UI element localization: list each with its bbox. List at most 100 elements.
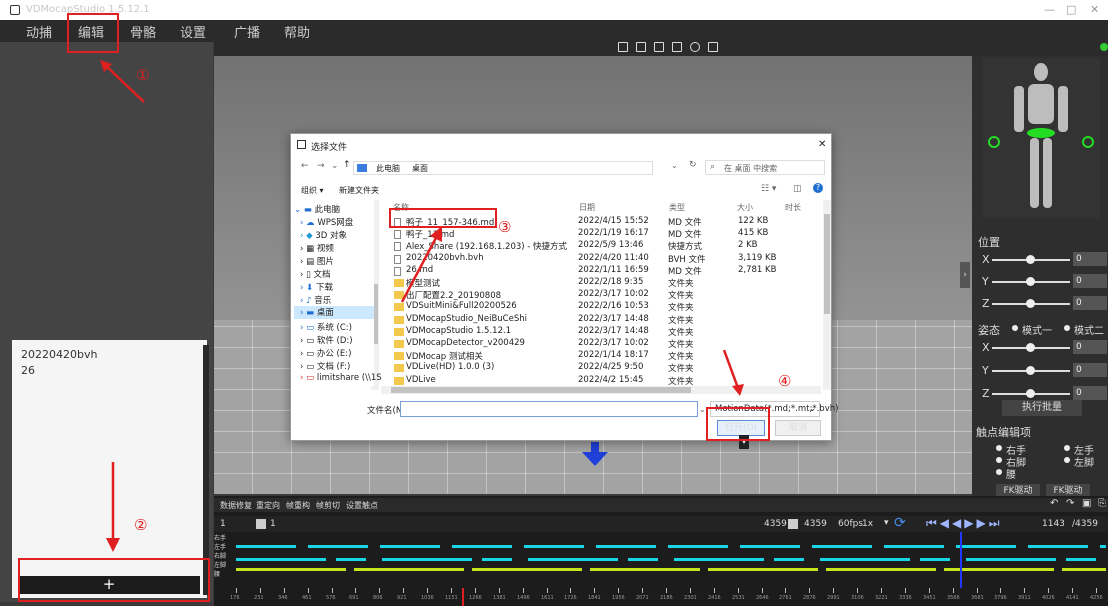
undo-icon[interactable]: ↶	[1050, 498, 1058, 509]
repair-data-button[interactable]: 数据修复	[220, 500, 252, 511]
list-item[interactable]: 20220420bvh	[21, 348, 97, 361]
preview-pane-icon[interactable]: ◫	[793, 184, 802, 194]
nav-recent-icon[interactable]: ⌄	[331, 161, 339, 171]
col-size[interactable]: 大小	[737, 202, 753, 213]
col-date[interactable]: 日期	[579, 202, 595, 213]
pose-y-value[interactable]: 0	[1073, 363, 1107, 377]
skeleton-figure[interactable]	[982, 58, 1100, 218]
frame-cut-button[interactable]: 帧剪切	[316, 500, 340, 511]
contact-right-hand-radio[interactable]	[996, 445, 1002, 451]
filename-input[interactable]	[400, 401, 698, 417]
cancel-button[interactable]: 取消	[775, 420, 821, 436]
address-dropdown-icon[interactable]: ⌄	[671, 161, 678, 170]
camera-icon[interactable]	[654, 42, 664, 52]
mode1-radio[interactable]	[1012, 325, 1018, 331]
pos-z-knob[interactable]	[1026, 299, 1035, 308]
save-icon[interactable]: ▣	[1082, 498, 1091, 509]
contact-track-cyan[interactable]	[236, 545, 1106, 548]
contact-track-yellow[interactable]	[236, 568, 1106, 571]
ruler-label: 2301	[684, 595, 697, 601]
mode2-radio[interactable]	[1064, 325, 1070, 331]
maximize-button[interactable]: □	[1066, 3, 1076, 16]
range-end-handle[interactable]	[788, 519, 798, 529]
ruler-label: 4256	[1090, 595, 1103, 601]
horizontal-scroll-thumb[interactable]	[391, 387, 691, 393]
loop-icon[interactable]: ⟳	[894, 515, 906, 531]
frame-start-value[interactable]: 1	[220, 519, 226, 529]
view-fit-icon[interactable]	[618, 42, 628, 52]
nav-back-icon[interactable]: ←	[301, 161, 309, 171]
col-type[interactable]: 类型	[669, 202, 685, 213]
pose-z-value[interactable]: 0	[1073, 386, 1107, 400]
list-item[interactable]: 26	[21, 364, 35, 377]
nav-pane[interactable]: ⌄ ▬ 此电脑 › ☁ WPS网盘 › ◆ 3D 对象 › ▦ 视频 › ▤ 图…	[292, 200, 382, 386]
help-icon[interactable]: ?	[813, 183, 823, 193]
nav-forward-icon[interactable]: →	[317, 161, 325, 171]
minimize-button[interactable]: —	[1044, 3, 1055, 16]
menu-help[interactable]: 帮助	[284, 22, 310, 41]
retarget-button[interactable]: 重定向	[256, 500, 280, 511]
speed-select[interactable]: 1x	[862, 519, 873, 529]
contact-waist-radio[interactable]	[996, 469, 1002, 475]
speed-dropdown-icon[interactable]: ▾	[884, 518, 889, 528]
menu-mocap[interactable]: 动捕	[26, 22, 52, 41]
col-duration[interactable]: 时长	[785, 202, 801, 213]
pose-x-value[interactable]: 0	[1073, 340, 1107, 354]
dialog-close-button[interactable]: ✕	[818, 139, 826, 150]
pos-x-knob[interactable]	[1026, 255, 1035, 264]
contact-left-foot-radio[interactable]	[1064, 457, 1070, 463]
playback-controls-icon[interactable]: ⏮◀◀▶▶⏭	[926, 516, 1003, 531]
folder-icon	[394, 316, 404, 324]
file-list[interactable]: 鸭子_11_157-346.md 2022/4/15 15:52 MD 文件 122 …	[392, 216, 822, 387]
contact-track-cyan-2[interactable]	[236, 558, 1106, 561]
target-icon[interactable]	[690, 42, 700, 52]
file-type: MD 文件	[668, 230, 702, 240]
ruler-tick	[642, 588, 643, 593]
character-icon[interactable]	[708, 42, 718, 52]
playhead[interactable]	[960, 532, 962, 588]
ruler-label: 1611	[541, 595, 554, 601]
pose-y-knob[interactable]	[1026, 366, 1035, 375]
pos-y-value[interactable]: 0	[1073, 274, 1107, 288]
menu-bones[interactable]: 骨骼	[130, 22, 156, 41]
nav-up-icon[interactable]: ↑	[343, 160, 351, 170]
pos-y-label: Y	[982, 275, 989, 288]
contact-left-hand-radio[interactable]	[1064, 445, 1070, 451]
file-size: 415 KB	[738, 228, 769, 238]
file-type: BVH 文件	[668, 255, 706, 265]
refresh-icon[interactable]: ↻	[689, 160, 697, 170]
new-folder-button[interactable]: 新建文件夹	[339, 185, 379, 196]
ruler-label: 1496	[517, 595, 530, 601]
menu-settings[interactable]: 设置	[180, 22, 206, 41]
pos-y-knob[interactable]	[1026, 277, 1035, 286]
redo-icon[interactable]: ↷	[1066, 498, 1074, 509]
collapse-right-panel-button[interactable]: ›	[960, 262, 970, 288]
address-bar[interactable]: 此电脑 桌面	[353, 161, 653, 175]
batch-execute-button[interactable]: 执行批量	[1002, 400, 1082, 416]
set-contact-button[interactable]: 设置触点	[346, 500, 378, 511]
close-button[interactable]: ✕	[1090, 3, 1099, 16]
contact-right-foot-radio[interactable]	[996, 457, 1002, 463]
menu-broadcast[interactable]: 广播	[234, 22, 260, 41]
frame-rebuild-button[interactable]: 帧重构	[286, 500, 310, 511]
pose-z-knob[interactable]	[1026, 389, 1035, 398]
filename-dropdown-icon[interactable]: ⌄	[699, 405, 706, 414]
fps-select[interactable]: 60fps	[838, 519, 863, 529]
focus-icon[interactable]	[672, 42, 682, 52]
frame-ruler[interactable]: 176 231 346 461 576 691 806 921 1036 1151 1266 1381…	[230, 588, 1106, 604]
view-mode-icon[interactable]: ☷ ▾	[761, 184, 776, 194]
search-box[interactable]: ⌕ 在 桌面 中搜索	[705, 160, 825, 175]
frame-end-value[interactable]: 4359	[804, 519, 827, 529]
current-frame-value[interactable]: 1143	[1042, 519, 1065, 529]
pos-x-value[interactable]: 0	[1073, 252, 1107, 266]
view-grid-icon[interactable]	[636, 42, 646, 52]
export-icon[interactable]: ⎘	[1098, 498, 1106, 509]
breadcrumb-pc[interactable]: 此电脑	[376, 163, 400, 174]
pose-x-knob[interactable]	[1026, 343, 1035, 352]
file-list-scroll-thumb[interactable]	[824, 214, 830, 314]
file-date: 2022/3/17 10:02	[578, 289, 649, 299]
pos-z-value[interactable]: 0	[1073, 296, 1107, 310]
range-start-handle[interactable]	[256, 519, 266, 529]
organize-button[interactable]: 组织 ▾	[301, 185, 324, 196]
breadcrumb-desktop[interactable]: 桌面	[412, 163, 428, 174]
